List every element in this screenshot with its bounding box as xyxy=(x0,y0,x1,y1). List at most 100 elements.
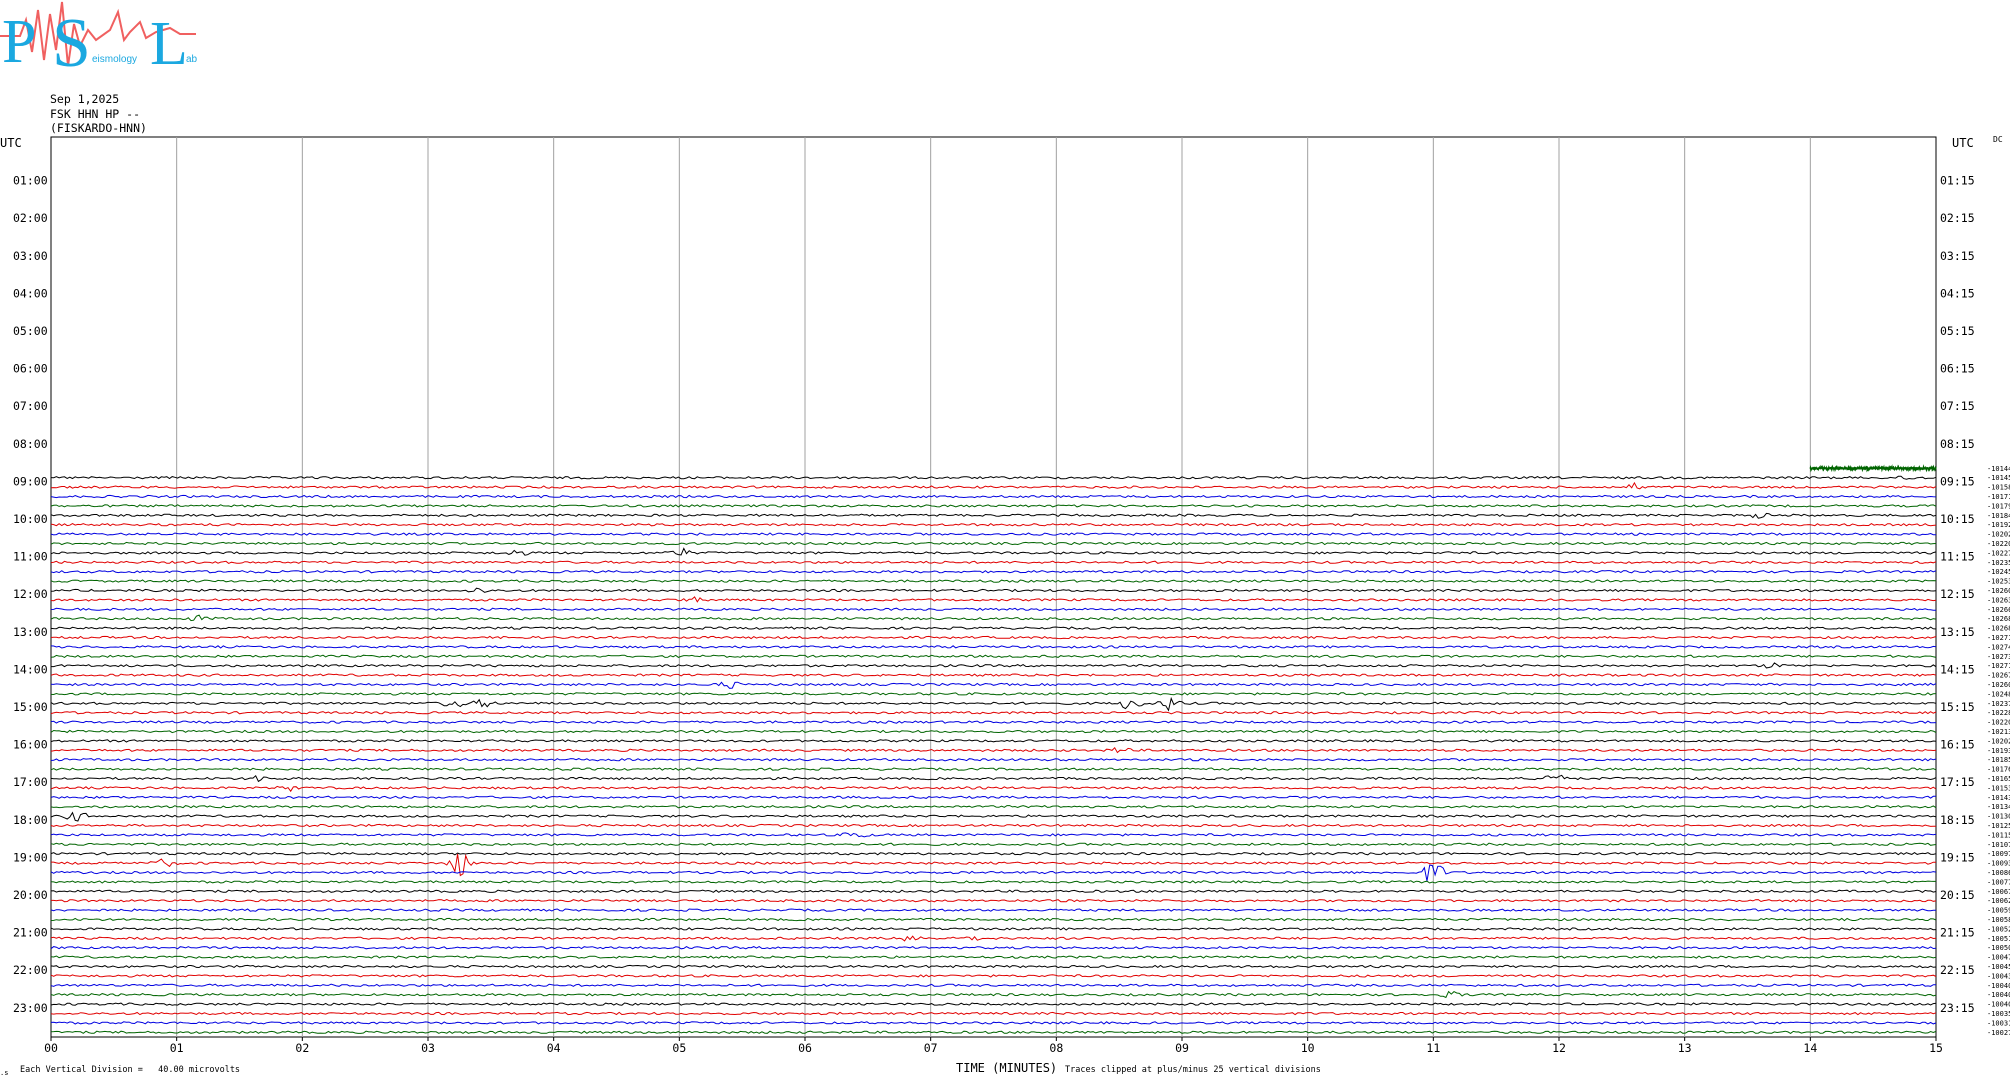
dc-offset-label: -10040 xyxy=(1987,991,2010,999)
x-tick-label: 08 xyxy=(1049,1041,1063,1055)
trace-line xyxy=(50,946,1937,950)
trace-line xyxy=(50,917,1937,922)
right-hour-label: 20:15 xyxy=(1940,888,1975,902)
dc-offset-label: -10144 xyxy=(1987,465,2010,473)
trace-line xyxy=(50,596,1937,603)
trace-line xyxy=(50,842,1937,847)
dc-offset-label: -10050 xyxy=(1987,944,2010,952)
dc-offset-label: -10165 xyxy=(1987,775,2010,783)
dc-offset-label: -10202 xyxy=(1987,737,2010,745)
trace-line xyxy=(50,908,1937,912)
right-hour-label: 03:15 xyxy=(1940,249,1975,263)
left-hour-label: 13:00 xyxy=(13,625,48,639)
right-hour-label: 04:15 xyxy=(1940,286,1975,300)
left-hour-label: 04:00 xyxy=(13,286,48,300)
trace-line xyxy=(50,935,1937,942)
trace-line xyxy=(50,832,1937,838)
x-tick-label: 10 xyxy=(1301,1041,1315,1055)
x-tick-label: 04 xyxy=(547,1041,561,1055)
trace-line xyxy=(50,889,1937,893)
trace-line xyxy=(50,626,1937,630)
left-hour-label: 19:00 xyxy=(13,850,48,864)
trace-line xyxy=(50,560,1937,565)
left-utc-title: UTC xyxy=(0,136,22,150)
right-hour-label: 01:15 xyxy=(1940,174,1975,188)
right-hour-label: 09:15 xyxy=(1940,474,1975,488)
trace-line xyxy=(50,774,1937,783)
dc-offset-label: -10268 xyxy=(1987,615,2010,623)
trace-line xyxy=(50,504,1937,508)
dc-offset-label: -10220 xyxy=(1987,719,2010,727)
right-hour-label: 08:15 xyxy=(1940,437,1975,451)
left-hour-label: 01:00 xyxy=(13,174,48,188)
trace-line xyxy=(50,795,1936,799)
dc-offset-label: -10176 xyxy=(1987,766,2010,774)
dc-offset-label: -10227 xyxy=(1987,549,2010,557)
right-hour-label: 07:15 xyxy=(1940,399,1975,413)
dc-offset-label: -10031 xyxy=(1987,1019,2010,1027)
right-hour-label: 06:15 xyxy=(1940,362,1975,376)
trace-line xyxy=(50,880,1936,884)
dc-offset-label: -10274 xyxy=(1987,643,2010,651)
dc-offset-label: -10267 xyxy=(1987,672,2010,680)
left-hour-label: 17:00 xyxy=(13,775,48,789)
trace-line xyxy=(50,1030,1937,1034)
trace-line xyxy=(50,746,1937,754)
dc-offset-label: -10228 xyxy=(1987,709,2010,717)
trace-line xyxy=(51,853,1936,877)
right-hour-label: 18:15 xyxy=(1940,813,1975,827)
dc-offset-label: -10115 xyxy=(1987,831,2010,839)
trace-line xyxy=(50,823,1936,828)
trace-line xyxy=(50,475,1937,480)
x-tick-label: 05 xyxy=(672,1041,686,1055)
dc-offset-label: -10077 xyxy=(1987,878,2010,886)
trace-line xyxy=(50,681,1937,689)
x-tick-label: 06 xyxy=(798,1041,812,1055)
dc-offset-label: -10260 xyxy=(1987,681,2010,689)
dc-offset-label: -10093 xyxy=(1987,860,2010,868)
dc-offset-label: -10052 xyxy=(1987,925,2010,933)
right-hour-label: 23:15 xyxy=(1940,1001,1975,1015)
x-tick-label: 11 xyxy=(1426,1041,1440,1055)
trace-line xyxy=(50,481,1937,490)
left-hour-label: 05:00 xyxy=(13,324,48,338)
dc-offset-label: -10086 xyxy=(1987,869,2010,877)
trace-line xyxy=(51,899,1937,903)
dc-offset-label: -10143 xyxy=(1987,794,2010,802)
right-hour-label: 21:15 xyxy=(1940,926,1975,940)
dc-offset-label: -10263 xyxy=(1987,596,2010,604)
right-hour-label: 12:15 xyxy=(1940,587,1975,601)
x-tick-label: 14 xyxy=(1803,1041,1817,1055)
dc-offset-label: -10237 xyxy=(1987,700,2010,708)
trace-line xyxy=(50,739,1937,743)
minute-gridlines xyxy=(50,136,1937,1038)
dc-offset-label: -10067 xyxy=(1987,888,2010,896)
trace-line xyxy=(50,990,1937,999)
left-hour-label: 22:00 xyxy=(13,963,48,977)
x-axis-ticks: 00 01 02 03 04 05 06 07 08 09 10 11 12 13 14 15 xyxy=(44,1037,1943,1055)
dc-offset-label: -10260 xyxy=(1987,587,2010,595)
x-tick-label: 00 xyxy=(44,1041,58,1055)
left-hour-label: 03:00 xyxy=(13,249,48,263)
trace-line xyxy=(50,955,1937,959)
footer-clip: Traces clipped at plus/minus 25 vertical… xyxy=(1065,1065,1321,1075)
left-hour-label: 11:00 xyxy=(13,550,48,564)
trace-line xyxy=(50,927,1937,931)
x-tick-label: 13 xyxy=(1678,1041,1692,1055)
x-axis-label: TIME (MINUTES) xyxy=(956,1061,1057,1075)
footer-tiny: .s xyxy=(0,1069,8,1077)
trace-line xyxy=(50,711,1937,715)
trace-line xyxy=(1809,464,1937,473)
dc-offset-label: -10051 xyxy=(1987,935,2010,943)
dc-offset-label: -10273 xyxy=(1987,653,2010,661)
x-tick-label: 01 xyxy=(170,1041,184,1055)
trace-line xyxy=(50,864,1937,882)
dc-offset-label: -10185 xyxy=(1987,756,2010,764)
footer-scale: Each Vertical Division = 40.00 microvolt… xyxy=(20,1065,240,1075)
plot-frame xyxy=(50,136,1937,1038)
left-hour-label: 09:00 xyxy=(13,474,48,488)
dc-title: DC xyxy=(1993,135,2003,144)
left-hour-label: 06:00 xyxy=(13,362,48,376)
dc-offset-label: -10179 xyxy=(1987,502,2010,510)
left-hour-label: 14:00 xyxy=(13,662,48,676)
